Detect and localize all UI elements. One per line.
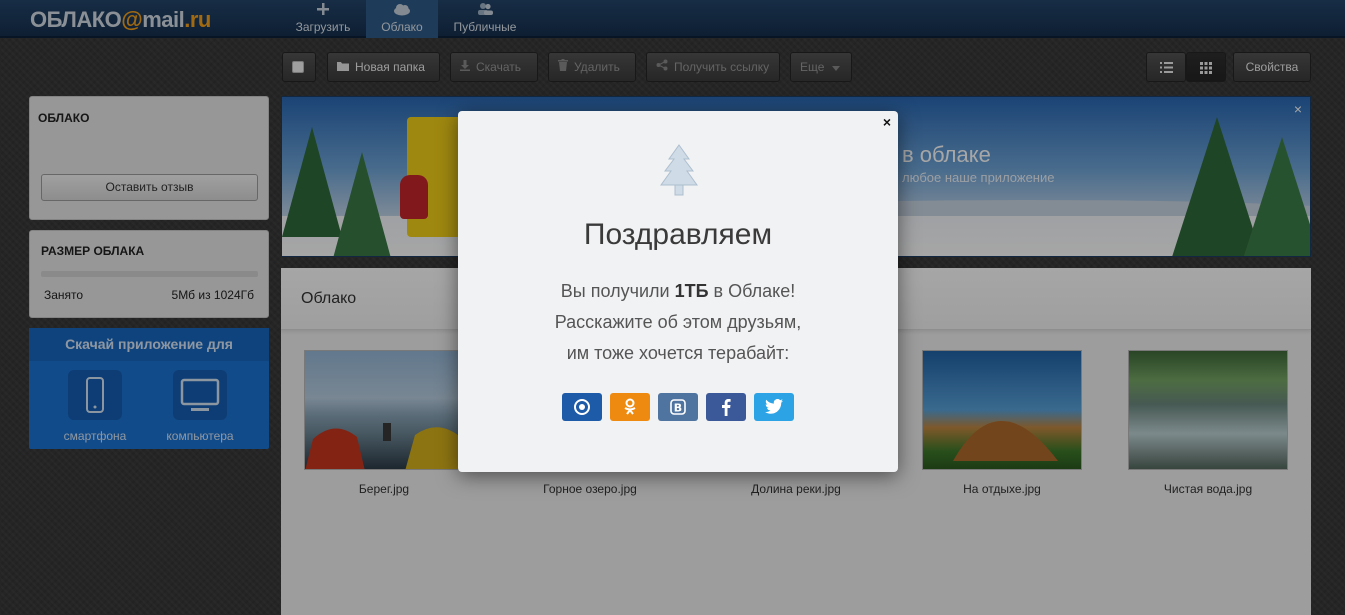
share-mailru-button[interactable] [562,393,602,421]
share-twitter-button[interactable] [754,393,794,421]
dialog-line3: им тоже хочется терабайт: [566,343,790,363]
get-link-label: Получить ссылку [674,60,770,74]
logo-mail-text: mail [142,7,185,32]
file-name[interactable]: Долина реки.jpg [716,482,876,496]
nav-public[interactable]: Публичные [446,0,524,38]
nav-upload-label: Загрузить [295,20,351,34]
delete-label: Удалить [574,60,620,74]
file-thumbnail[interactable] [922,350,1082,470]
more-dropdown[interactable]: Еще [790,52,852,82]
computer-app-tile[interactable] [173,370,227,420]
banner-santa [400,175,428,219]
file-tile[interactable]: Чистая вода.jpg [1128,350,1288,496]
fir-tree-icon [657,143,701,197]
dialog-title: Поздравляем [583,218,773,251]
svg-text:B: B [674,401,682,414]
cloud-icon [366,2,438,20]
storage-used-label: Занято [44,288,84,302]
banner-subtitle: любое наше приложение [902,170,1055,185]
file-area-title: Облако [301,290,357,307]
trash-icon [558,59,568,74]
new-folder-label: Новая папка [355,60,425,74]
file-tile[interactable]: На отдыхе.jpg [922,350,1082,496]
logo-at: @ [121,7,143,32]
folder-icon [337,60,349,74]
smartphone-icon [68,377,122,424]
download-app-panel: Скачай приложение для смартфона компьюте… [29,328,269,449]
dialog-line1-bold: 1ТБ [674,281,709,301]
download-icon [460,60,470,74]
dialog-line1-pre: Вы получили [560,281,675,301]
close-dialog-icon[interactable]: × [883,114,891,130]
file-thumbnail[interactable] [1128,350,1288,470]
storage-size-title: РАЗМЕР ОБЛАКА [41,244,145,258]
delete-button[interactable]: Удалить [548,52,636,82]
share-vkontakte-button[interactable]: B [658,393,698,421]
banner-title: в облаке [902,142,991,167]
storage-used-value: 5Мб из 1024Гб [171,288,254,302]
grid-view-icon [1200,60,1212,74]
file-name[interactable]: Горное озеро.jpg [510,482,670,496]
caret-down-icon [831,60,840,74]
vkontakte-icon: B [669,398,687,415]
facebook-icon [721,398,731,416]
nav-cloud[interactable]: Облако [366,0,438,38]
download-app-header: Скачай приложение для [29,328,269,361]
storage-usage-bar [41,271,258,277]
users-icon [446,2,524,20]
computer-label[interactable]: компьютера [150,429,250,443]
dialog-message: Вы получили 1ТБ в Облаке! Расскажите об … [458,276,898,369]
twitter-icon [765,398,783,415]
properties-label: Свойства [1245,60,1299,74]
cloud-panel-title: ОБЛАКО [38,111,90,125]
top-header: ОБЛАКО@mail.ru Загрузить Облако Публичны… [0,0,1345,38]
new-folder-button[interactable]: Новая папка [327,52,440,82]
plus-icon [287,2,359,20]
list-view-button[interactable] [1146,52,1186,82]
leave-feedback-button[interactable]: Оставить отзыв [41,174,258,201]
file-thumbnail[interactable] [304,350,464,470]
download-label: Скачать [476,60,521,74]
share-odnoklassniki-button[interactable] [610,393,650,421]
share-facebook-button[interactable] [706,393,746,421]
file-name[interactable]: Чистая вода.jpg [1128,482,1288,496]
get-link-button[interactable]: Получить ссылку [646,52,780,82]
monitor-icon [173,378,227,424]
more-label: Еще [800,60,825,74]
banner-tree [332,152,392,256]
smartphone-app-tile[interactable] [68,370,122,420]
storage-size-panel: РАЗМЕР ОБЛАКА Занято 5Мб из 1024Гб [29,230,269,318]
dialog-line2: Расскажите об этом друзьям, [554,312,802,332]
file-tile[interactable]: Берег.jpg [304,350,464,496]
smartphone-label[interactable]: смартфона [45,429,145,443]
file-name[interactable]: Берег.jpg [304,482,464,496]
odnoklassniki-icon [623,398,637,415]
mailru-icon [573,398,591,415]
grid-view-button[interactable] [1186,52,1226,82]
nav-upload[interactable]: Загрузить [287,0,359,38]
dialog-line1-post: в Облаке! [708,281,796,301]
nav-public-label: Публичные [453,20,517,34]
logo-domain: .ru [184,7,211,32]
banner-tree [1242,137,1310,256]
congratulations-dialog: × Поздравляем Вы получили 1ТБ в Облаке! … [458,111,898,472]
properties-button[interactable]: Свойства [1233,52,1311,82]
select-all-checkbox[interactable] [282,52,316,82]
download-button[interactable]: Скачать [450,52,538,82]
nav-cloud-label: Облако [381,20,423,34]
share-icon [656,59,668,74]
mail-cloud-logo[interactable]: ОБЛАКО@mail.ru [30,7,211,33]
list-view-icon [1159,60,1173,74]
file-name[interactable]: На отдыхе.jpg [922,482,1082,496]
logo-cloud-text: ОБЛАКО [30,7,122,32]
cloud-info-panel: ОБЛАКО Оставить отзыв [29,96,269,220]
banner-close-icon[interactable]: × [1294,101,1302,117]
